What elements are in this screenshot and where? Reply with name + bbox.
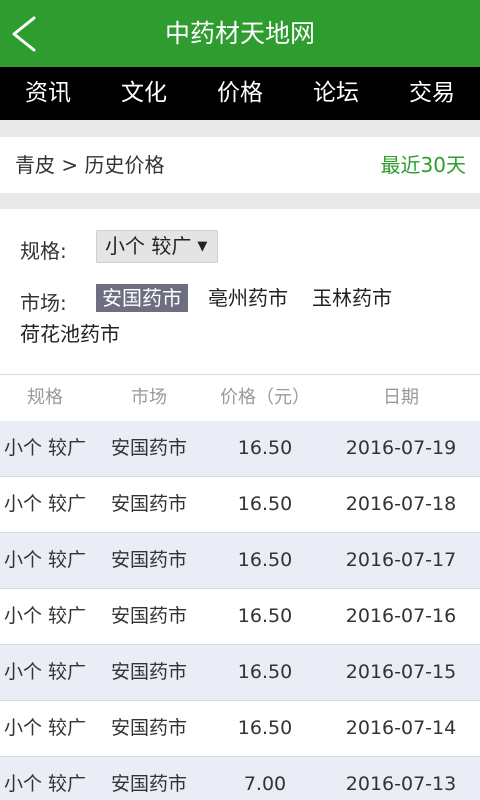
table-header: 规格 市场 价格（元） 日期 <box>0 375 480 421</box>
table-row: 小个 较广 安国药市 16.50 2016-07-19 <box>0 421 480 477</box>
cell-date: 2016-07-13 <box>345 773 457 795</box>
separator <box>0 120 480 137</box>
cell-price: 16.50 <box>237 549 293 571</box>
market-option-anguo[interactable]: 安国药市 <box>96 284 188 312</box>
cell-price: 7.00 <box>243 773 287 795</box>
cell-price: 16.50 <box>237 717 293 739</box>
cell-spec: 小个 较广 <box>3 605 87 627</box>
title-bar: 中药材天地网 <box>0 0 480 67</box>
cell-spec: 小个 较广 <box>3 661 87 683</box>
table-row: 小个 较广 安国药市 16.50 2016-07-15 <box>0 645 480 701</box>
cell-spec: 小个 较广 <box>3 773 87 795</box>
column-header-market: 市场 <box>131 387 167 408</box>
cell-market: 安国药市 <box>110 493 187 515</box>
cell-market: 安国药市 <box>110 605 187 627</box>
cell-price: 16.50 <box>237 605 293 627</box>
nav-item-forum[interactable]: 论坛 <box>288 67 384 120</box>
cell-spec: 小个 较广 <box>3 717 87 739</box>
nav-item-culture[interactable]: 文化 <box>96 67 192 120</box>
market-option-bozhou[interactable]: 亳州药市 <box>208 284 288 312</box>
table-row: 小个 较广 安国药市 16.50 2016-07-14 <box>0 701 480 757</box>
cell-date: 2016-07-17 <box>345 549 457 571</box>
spec-dropdown[interactable]: 小个 较广 ▼ <box>96 230 219 263</box>
nav-item-trade[interactable]: 交易 <box>384 67 480 120</box>
breadcrumb-row: 青皮 > 历史价格 最近30天 <box>0 137 480 193</box>
cell-spec: 小个 较广 <box>3 437 87 459</box>
cell-spec: 小个 较广 <box>3 549 87 571</box>
cell-market: 安国药市 <box>110 549 187 571</box>
cell-date: 2016-07-15 <box>345 661 457 683</box>
breadcrumb: 青皮 > 历史价格 <box>15 153 165 177</box>
cell-date: 2016-07-19 <box>345 437 457 459</box>
price-table: 小个 较广 安国药市 16.50 2016-07-19 小个 较广 安国药市 1… <box>0 421 480 800</box>
spec-label: 规格: <box>20 239 67 263</box>
spec-dropdown-value: 小个 较广 <box>105 234 192 258</box>
table-row: 小个 较广 安国药市 7.00 2016-07-13 <box>0 757 480 800</box>
cell-date: 2016-07-14 <box>345 717 457 739</box>
recent-30-days-link[interactable]: 最近30天 <box>381 137 466 193</box>
table-row: 小个 较广 安国药市 16.50 2016-07-18 <box>0 477 480 533</box>
cell-price: 16.50 <box>237 437 293 459</box>
table-row: 小个 较广 安国药市 16.50 2016-07-16 <box>0 589 480 645</box>
column-header-date: 日期 <box>383 387 419 408</box>
cell-price: 16.50 <box>237 493 293 515</box>
table-row: 小个 较广 安国药市 16.50 2016-07-17 <box>0 533 480 589</box>
cell-price: 16.50 <box>237 661 293 683</box>
column-header-price: 价格（元） <box>220 387 310 408</box>
cell-date: 2016-07-18 <box>345 493 457 515</box>
market-label: 市场: <box>20 291 67 315</box>
cell-market: 安国药市 <box>110 661 187 683</box>
column-header-spec: 规格 <box>27 387 63 408</box>
cell-market: 安国药市 <box>110 437 187 459</box>
caret-down-icon: ▼ <box>197 239 208 254</box>
filter-panel: 规格: 小个 较广 ▼ 市场: 安国药市 亳州药市 玉林药市 荷花池药市 <box>0 209 480 374</box>
cell-spec: 小个 较广 <box>3 493 87 515</box>
nav-item-price[interactable]: 价格 <box>192 67 288 120</box>
app-title: 中药材天地网 <box>164 19 315 48</box>
market-option-yulin[interactable]: 玉林药市 <box>312 284 392 312</box>
market-option-hehuachi[interactable]: 荷花池药市 <box>20 320 120 348</box>
cell-date: 2016-07-16 <box>345 605 457 627</box>
cell-market: 安国药市 <box>110 773 187 795</box>
cell-market: 安国药市 <box>110 717 187 739</box>
nav-bar: 资讯 文化 价格 论坛 交易 <box>0 67 480 120</box>
separator <box>0 193 480 209</box>
nav-item-news[interactable]: 资讯 <box>0 67 96 120</box>
